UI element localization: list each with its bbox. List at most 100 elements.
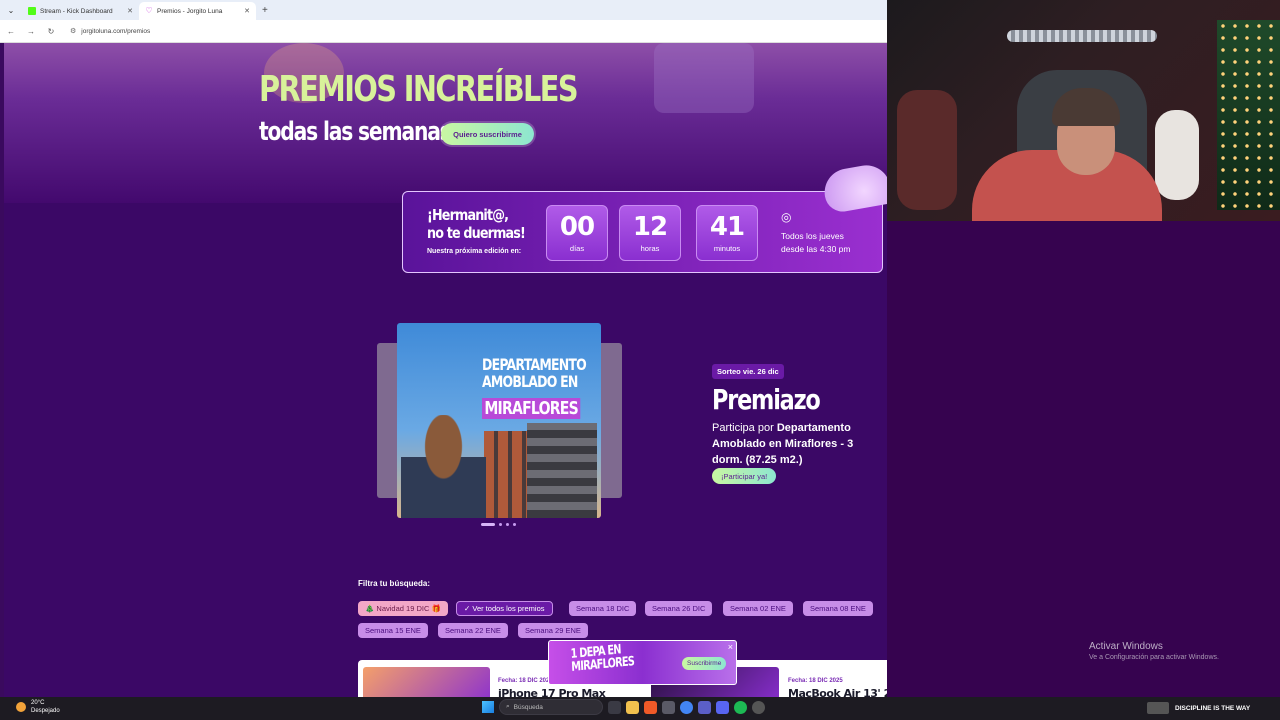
prize-description: Participa por Departamento Amoblado en M… xyxy=(712,420,882,468)
prize-title: Premiazo xyxy=(712,383,821,416)
search-icon: ⌕ xyxy=(506,703,510,710)
countdown-hours: 12 horas xyxy=(619,205,681,261)
countdown-label: horas xyxy=(640,244,660,253)
carousel-dot[interactable] xyxy=(506,523,509,526)
new-tab-button[interactable]: + xyxy=(256,5,274,16)
chip-week[interactable]: Semana 26 DIC xyxy=(645,601,713,616)
chip-week[interactable]: Semana 08 ENE xyxy=(803,601,873,616)
now-playing[interactable]: DISCIPLINE IS THE WAY xyxy=(1147,702,1250,714)
screen: ⌄ Stream - Kick Dashboard ✕ ♡ Premios - … xyxy=(0,0,1280,720)
promo-banner[interactable]: 1 DEPA EN MIRAFLORES Suscribirme × xyxy=(548,640,737,685)
temperature: 20°C xyxy=(31,700,45,706)
schedule-text: Todos los jueves desde las 4:30 pm xyxy=(781,230,850,256)
countdown-label: días xyxy=(569,244,585,253)
santa-decoration xyxy=(897,90,957,210)
countdown-label: minutos xyxy=(713,244,741,253)
card-title[interactable]: iPhone 17 Pro Max xyxy=(498,687,606,697)
host-image xyxy=(401,415,486,518)
site-info-icon[interactable]: ⚙ xyxy=(70,27,76,35)
tab-title: Stream - Kick Dashboard xyxy=(40,7,113,15)
heart-icon: ♡ xyxy=(145,6,153,15)
close-icon[interactable]: ✕ xyxy=(244,7,250,15)
activation-watermark-text: Ve a Configuración para activar Windows. xyxy=(1089,654,1219,661)
promo-subscribe-button[interactable]: Suscribirme xyxy=(682,657,727,670)
taskbar-apps: ⌕ Búsqueda xyxy=(482,699,765,715)
url-field[interactable]: ⚙ jorgitoluna.com/premios xyxy=(70,27,151,36)
chip-navidad[interactable]: 🎄 Navidad 19 DIC 🎁 xyxy=(358,601,448,616)
countdown-value: 12 xyxy=(632,212,668,242)
close-icon[interactable]: ✕ xyxy=(127,7,133,15)
sun-icon xyxy=(16,702,26,712)
reload-icon[interactable]: ↻ xyxy=(46,27,56,36)
teams-icon[interactable] xyxy=(698,700,711,714)
browser-window: ⌄ Stream - Kick Dashboard ✕ ♡ Premios - … xyxy=(0,0,887,697)
windows-start-icon[interactable] xyxy=(482,701,494,713)
prize-desc-prefix: Participa por xyxy=(712,422,774,434)
close-icon[interactable]: × xyxy=(728,642,733,652)
countdown-heading: ¡Hermanit@, no te duermas! xyxy=(427,206,526,242)
hero-subtitle: todas las semanas xyxy=(259,117,452,147)
countdown-days: 00 días xyxy=(546,205,608,261)
schedule-line: desde las 4:30 pm xyxy=(781,244,851,254)
address-bar: ← → ↻ ⚙ jorgitoluna.com/premios xyxy=(0,20,887,43)
kick-icon xyxy=(28,7,36,15)
carousel-dot[interactable] xyxy=(499,523,502,526)
url-text: jorgitoluna.com/premios xyxy=(81,27,151,35)
subscribe-button[interactable]: Quiero suscribirme xyxy=(441,123,534,145)
filter-label: Filtra tu búsqueda: xyxy=(358,579,430,588)
instagram-icon[interactable]: ◎ xyxy=(781,210,791,224)
obs-icon[interactable] xyxy=(752,700,765,714)
slide-title-line: AMOBLADO EN xyxy=(482,372,578,391)
hero-title: PREMIOS INCREÍBLES xyxy=(259,69,579,110)
countdown-panel: ¡Hermanit@, no te duermas! Nuestra próxi… xyxy=(402,191,883,273)
card-date: Fecha: 18 DIC 2025 xyxy=(788,678,843,684)
next-edition-label: Nuestra próxima edición en: xyxy=(427,248,522,255)
app-icon[interactable] xyxy=(662,700,675,714)
tab-kick-dashboard[interactable]: Stream - Kick Dashboard ✕ xyxy=(22,2,139,20)
chip-week[interactable]: Semana 02 ENE xyxy=(723,601,793,616)
carousel-dot[interactable] xyxy=(481,523,495,526)
schedule-line: Todos los jueves xyxy=(781,231,844,241)
chip-week[interactable]: Semana 29 ENE xyxy=(518,623,588,638)
task-view-icon[interactable] xyxy=(608,700,621,714)
slide-title-line: DEPARTAMENTO xyxy=(482,355,587,374)
tab-premios[interactable]: ♡ Premios - Jorgito Luna ✕ xyxy=(139,2,256,20)
weather-widget[interactable]: 20°C Despejado xyxy=(16,699,60,715)
countdown-value: 00 xyxy=(559,212,595,242)
countdown-heading-line: no te duermas! xyxy=(427,224,526,242)
spotify-icon[interactable] xyxy=(734,700,747,714)
file-explorer-icon[interactable] xyxy=(626,700,639,714)
carousel-dot[interactable] xyxy=(513,523,516,526)
chrome-icon[interactable] xyxy=(680,700,693,714)
chip-week[interactable]: Semana 22 ENE xyxy=(438,623,508,638)
chip-week[interactable]: Semana 18 DIC xyxy=(569,601,637,616)
countdown-value: 41 xyxy=(709,212,745,242)
page-content: PREMIOS INCREÍBLES todas las semanas Qui… xyxy=(4,43,887,697)
forward-icon[interactable]: → xyxy=(26,27,36,36)
desktop-background: Activar Windows Ve a Configuración para … xyxy=(887,221,1280,697)
building-image xyxy=(527,423,597,518)
webcam-overlay xyxy=(887,0,1280,221)
tab-bar: ⌄ Stream - Kick Dashboard ✕ ♡ Premios - … xyxy=(0,0,887,20)
slide-title: DEPARTAMENTO AMOBLADO EN xyxy=(482,355,587,391)
countdown-heading-line: ¡Hermanit@, xyxy=(427,206,509,224)
card-date: Fecha: 18 DIC 2025 xyxy=(498,678,553,684)
participate-button[interactable]: ¡Participar ya! xyxy=(712,468,777,484)
chip-all[interactable]: ✓ Ver todos los premios xyxy=(456,601,553,616)
bear-decoration xyxy=(1155,110,1199,200)
discord-icon[interactable] xyxy=(716,700,729,714)
card-title[interactable]: MacBook Air 13' 2025 xyxy=(788,687,887,697)
taskbar-search[interactable]: ⌕ Búsqueda xyxy=(499,699,603,715)
slide-highlight: MIRAFLORES xyxy=(482,398,581,419)
chip-week[interactable]: Semana 15 ENE xyxy=(358,623,428,638)
hero-decoration xyxy=(654,43,754,113)
carousel-slide[interactable]: DEPARTAMENTO AMOBLADO EN MIRAFLORES xyxy=(397,323,601,518)
promo-text: 1 DEPA EN MIRAFLORES xyxy=(570,642,634,675)
countdown-minutes: 41 minutos xyxy=(696,205,758,261)
back-icon[interactable]: ← xyxy=(6,27,16,36)
album-thumbnail xyxy=(1147,702,1169,714)
activation-watermark-title: Activar Windows xyxy=(1089,641,1163,652)
tab-search-icon[interactable]: ⌄ xyxy=(0,0,22,20)
brave-icon[interactable] xyxy=(644,700,657,714)
prize-card-image[interactable] xyxy=(363,667,490,697)
